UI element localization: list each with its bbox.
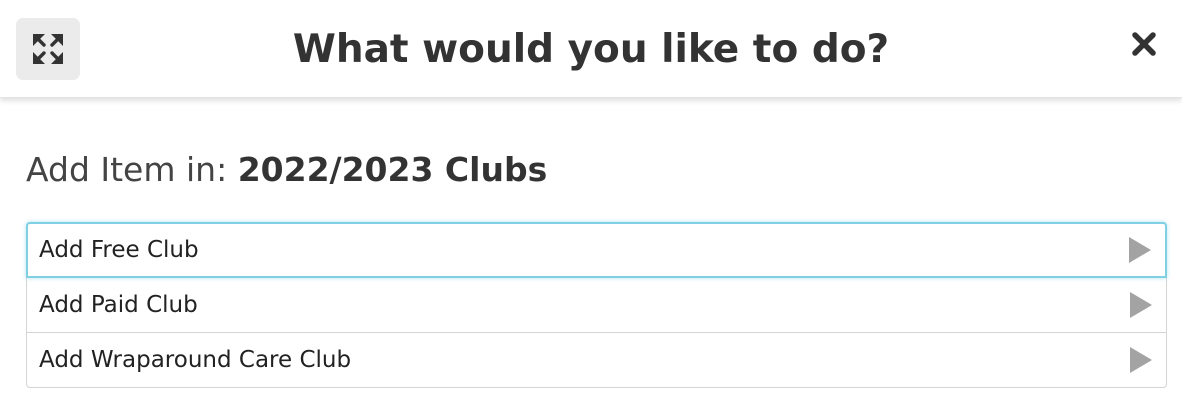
dialog-title: What would you like to do? <box>292 26 890 72</box>
options-list: Add Free Club Add Paid Club Add Wraparou… <box>26 222 1167 388</box>
heading-prefix: Add Item in: <box>26 150 238 189</box>
option-add-wraparound-care-club[interactable]: Add Wraparound Care Club <box>26 332 1167 388</box>
dialog-header: What would you like to do? <box>0 0 1182 98</box>
option-add-free-club[interactable]: Add Free Club <box>26 222 1167 278</box>
chevron-right-icon <box>1130 347 1152 373</box>
option-label: Add Free Club <box>39 237 199 263</box>
option-label: Add Paid Club <box>39 292 198 318</box>
chevron-right-icon <box>1130 292 1152 318</box>
chevron-right-icon <box>1129 237 1151 263</box>
add-item-heading: Add Item in: 2022/2023 Clubs <box>26 150 547 189</box>
option-label: Add Wraparound Care Club <box>39 347 352 373</box>
heading-context: 2022/2023 Clubs <box>237 150 548 189</box>
close-icon <box>1132 32 1156 56</box>
close-button[interactable] <box>1124 24 1164 64</box>
option-add-paid-club[interactable]: Add Paid Club <box>26 277 1167 333</box>
expand-arrows-icon <box>33 34 63 64</box>
expand-button[interactable] <box>16 18 80 80</box>
